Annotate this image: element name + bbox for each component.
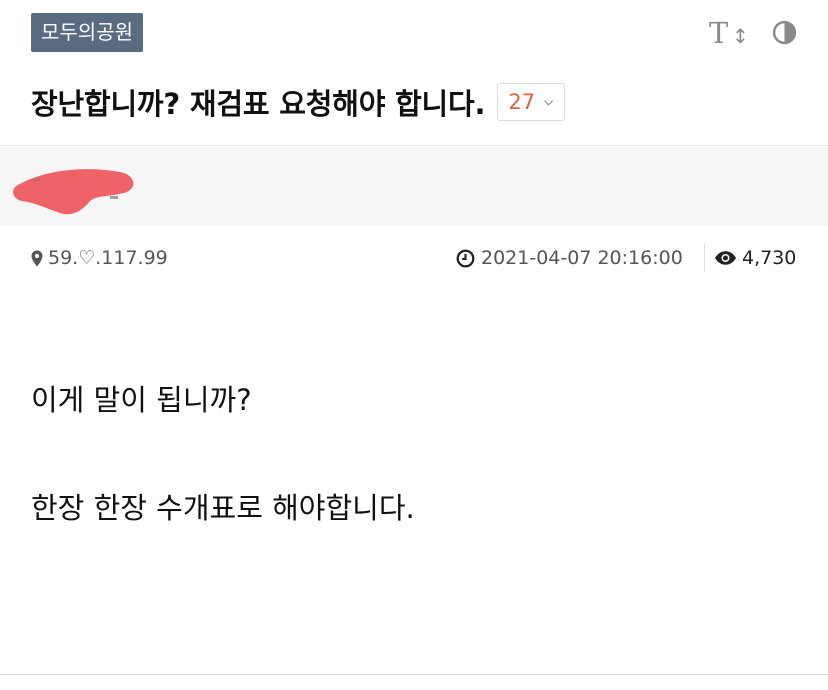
font-size-icon: T bbox=[709, 16, 729, 50]
clock-icon bbox=[456, 249, 475, 267]
ip-text: 59.♡.117.99 bbox=[48, 247, 168, 269]
post-body-line-2: 한장 한장 수개표로 해야합니다. bbox=[31, 491, 415, 525]
post-body-line-1: 이게 말이 됩니까? bbox=[31, 383, 252, 417]
chevron-down-icon bbox=[543, 99, 554, 106]
comment-count: 27 bbox=[508, 90, 536, 114]
title-row: 장난합니까? 재검표 요청해야 합니다. 27 bbox=[31, 80, 566, 124]
date-text: 2021-04-07 20:16:00 bbox=[481, 247, 683, 269]
font-size-arrow-icon: ↕ bbox=[732, 24, 749, 48]
map-pin-icon bbox=[31, 250, 43, 266]
board-tag[interactable]: 모두의공원 bbox=[31, 13, 143, 52]
meta-divider bbox=[704, 244, 705, 272]
comment-count-button[interactable]: 27 bbox=[497, 83, 566, 121]
meta-row: 59.♡.117.99 2021-04-07 20:16:00 4,730 bbox=[0, 240, 828, 276]
eye-icon bbox=[714, 251, 737, 265]
post-header: 모두의공원 T ↕ 장난합니까? 재검표 요청해야 합니다. 27 bbox=[0, 0, 828, 146]
contrast-icon[interactable] bbox=[772, 20, 797, 45]
redaction-mark bbox=[13, 169, 134, 215]
font-size-button[interactable]: T ↕ bbox=[709, 16, 749, 50]
views-text: 4,730 bbox=[742, 247, 797, 269]
post-title: 장난합니까? 재검표 요청해야 합니다. bbox=[31, 87, 486, 121]
view-count: 4,730 bbox=[714, 240, 796, 276]
post-date: 2021-04-07 20:16:00 bbox=[456, 240, 683, 276]
author-ip: 59.♡.117.99 bbox=[31, 240, 168, 276]
bottom-divider bbox=[0, 674, 828, 675]
